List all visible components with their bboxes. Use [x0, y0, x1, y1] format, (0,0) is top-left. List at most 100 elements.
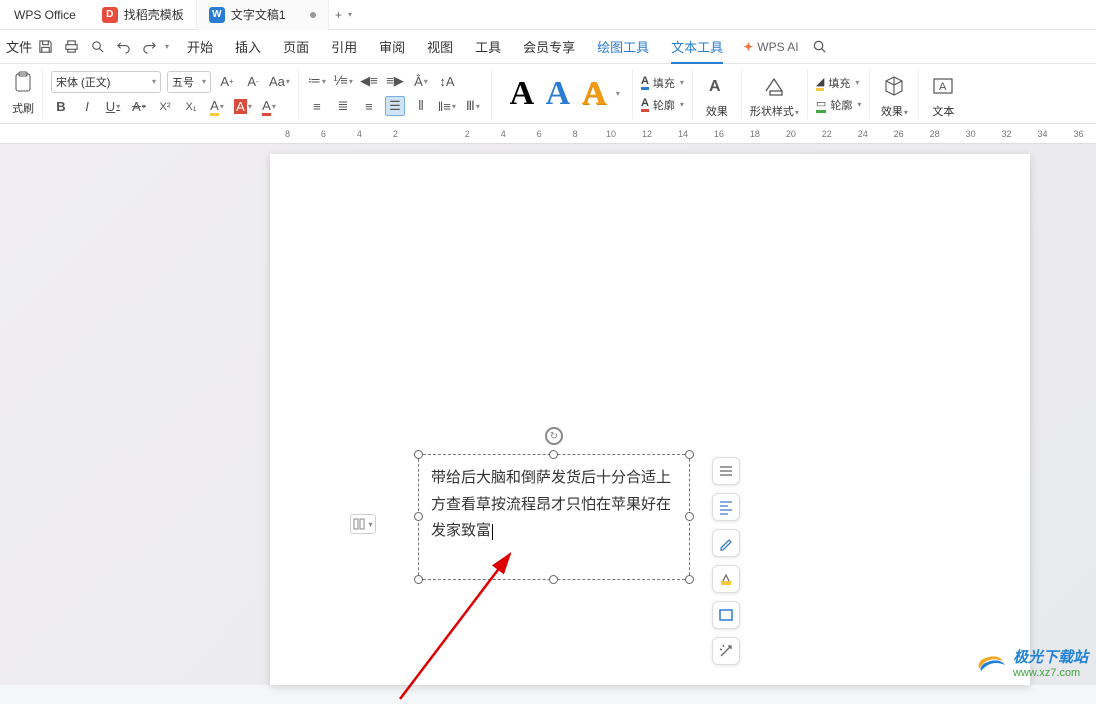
wps-ai-button[interactable]: ✦ WPS AI	[743, 40, 798, 54]
paste-icon[interactable]	[13, 71, 33, 93]
align-left-button[interactable]: ≡	[307, 96, 327, 116]
change-case-button[interactable]: Aa▾	[269, 72, 290, 92]
chevron-down-icon: ▾	[368, 520, 372, 529]
tab-document[interactable]: W 文字文稿1	[197, 0, 329, 30]
page[interactable]	[270, 154, 1030, 685]
menu-page[interactable]: 页面	[283, 37, 309, 56]
font-color-button[interactable]: A▾	[259, 97, 279, 117]
float-highlight-button[interactable]	[712, 565, 740, 593]
italic-button[interactable]: I	[77, 97, 97, 117]
char-border-button[interactable]: ↕A	[437, 71, 457, 91]
clear-format-button[interactable]: A▾	[207, 97, 227, 117]
font-size-value: 五号	[172, 74, 194, 90]
resize-handle-tl[interactable]	[414, 450, 423, 459]
shape-style-label[interactable]: 形状样式▾	[750, 103, 799, 119]
effect-icon[interactable]: A	[701, 69, 733, 103]
ribbon-textbox: A 文本	[919, 69, 967, 119]
menu-text-tools[interactable]: 文本工具	[671, 37, 723, 64]
textbox-label[interactable]: 文本	[932, 103, 954, 119]
format-painter-label[interactable]: 式刷	[12, 100, 34, 116]
resize-handle-mr[interactable]	[685, 512, 694, 521]
menu-reference[interactable]: 引用	[331, 37, 357, 56]
textbox-selected[interactable]: ↻ 带给后大脑和倒萨发货后十分合适上方查看草按流程昂才只怕在苹果好在发家致富	[418, 454, 690, 580]
chevron-down-icon[interactable]: ▾	[616, 89, 620, 98]
cube-icon[interactable]	[878, 69, 910, 103]
line-spacing-button[interactable]: ‖≡▾	[437, 96, 457, 116]
menu-drawing-tools[interactable]: 绘图工具	[597, 37, 649, 56]
number-list-button[interactable]: ⅟≡▾	[333, 71, 353, 91]
increase-indent-button[interactable]: ≡▶	[385, 71, 405, 91]
underline-button[interactable]: U▾	[103, 97, 123, 117]
chevron-down-icon: ▾	[152, 77, 156, 86]
preview-button[interactable]	[86, 36, 108, 58]
ruler-mark: 22	[809, 129, 844, 139]
phonetic-button[interactable]: A̐▾	[411, 71, 431, 91]
menu-review[interactable]: 审阅	[379, 37, 405, 56]
menu-insert[interactable]: 插入	[235, 37, 261, 56]
effect2-label[interactable]: 效果▾	[881, 103, 908, 119]
highlight-button[interactable]: A▾	[233, 97, 253, 117]
menu-tools[interactable]: 工具	[475, 37, 501, 56]
insert-column-button[interactable]: ▾	[350, 514, 376, 534]
shape-outline-button[interactable]: ▭轮廓▾	[816, 95, 861, 115]
ruler[interactable]: 8 6 4 2 2 4 6 8 10 12 14 16 18 20 22 24 …	[0, 124, 1096, 144]
resize-handle-bc[interactable]	[549, 575, 558, 584]
ruler-mark: 26	[881, 129, 916, 139]
text-style-A1[interactable]: A	[504, 72, 540, 116]
resize-handle-br[interactable]	[685, 575, 694, 584]
float-border-button[interactable]	[712, 601, 740, 629]
text-fill-button[interactable]: A填充▾	[641, 73, 684, 93]
font-name-select[interactable]: 宋体 (正文) ▾	[51, 71, 161, 93]
resize-handle-bl[interactable]	[414, 575, 423, 584]
new-tab-button[interactable]: + ▾	[329, 8, 359, 22]
textbox-icon[interactable]: A	[927, 69, 959, 103]
menu-vip[interactable]: 会员专享	[523, 37, 575, 56]
menu-view[interactable]: 视图	[427, 37, 453, 56]
distribute-button[interactable]: ⫴	[411, 96, 431, 116]
document-canvas[interactable]: ▾ ↻ 带给后大脑和倒萨发货后十分合适上方查看草按流程昂才只怕在苹果好在发家致富…	[0, 144, 1096, 685]
print-button[interactable]	[60, 36, 82, 58]
float-align-button[interactable]	[712, 493, 740, 521]
font-name-value: 宋体 (正文)	[56, 74, 110, 90]
text-style-A2[interactable]: A	[540, 72, 576, 116]
ribbon-text-format: A填充▾ A轮廓▾	[633, 69, 693, 119]
shape-fill-button[interactable]: ◢填充▾	[816, 73, 859, 93]
search-button[interactable]	[809, 36, 831, 58]
bullet-list-button[interactable]: ≔▾	[307, 71, 327, 91]
grow-font-button[interactable]: A+	[217, 72, 237, 92]
align-right-button[interactable]: ≡	[359, 96, 379, 116]
textbox-content[interactable]: 带给后大脑和倒萨发货后十分合适上方查看草按流程昂才只怕在苹果好在发家致富	[419, 455, 689, 555]
font-size-select[interactable]: 五号▾	[167, 71, 211, 93]
text-cursor	[492, 524, 493, 540]
text-style-A3[interactable]: A	[576, 72, 612, 116]
chevron-down-icon[interactable]: ▾	[165, 42, 169, 51]
redo-button[interactable]	[138, 36, 160, 58]
resize-handle-tr[interactable]	[685, 450, 694, 459]
resize-handle-ml[interactable]	[414, 512, 423, 521]
ruler-mark: 14	[665, 129, 700, 139]
rotate-handle[interactable]: ↻	[545, 427, 563, 445]
superscript-button[interactable]: X²	[155, 97, 175, 117]
align-justify-button[interactable]: ☰	[385, 96, 405, 116]
text-outline-button[interactable]: A轮廓▾	[641, 95, 684, 115]
float-magic-button[interactable]	[712, 637, 740, 665]
ruler-mark: 6	[522, 129, 557, 139]
save-button[interactable]	[34, 36, 56, 58]
title-bar: WPS Office D 找稻壳模板 W 文字文稿1 + ▾	[0, 0, 1096, 30]
text-direction-button[interactable]: Ⅲ▾	[463, 96, 483, 116]
decrease-indent-button[interactable]: ◀≡	[359, 71, 379, 91]
tab-template[interactable]: D 找稻壳模板	[90, 0, 197, 30]
float-brush-button[interactable]	[712, 529, 740, 557]
undo-button[interactable]	[112, 36, 134, 58]
align-center-button[interactable]: ≣	[333, 96, 353, 116]
menu-start[interactable]: 开始	[187, 37, 213, 56]
bold-button[interactable]: B	[51, 97, 71, 117]
strikethrough-button[interactable]: A▾	[129, 97, 149, 117]
effect-label[interactable]: 效果	[706, 103, 728, 119]
shape-style-icon[interactable]	[758, 69, 790, 103]
subscript-button[interactable]: X₁	[181, 97, 201, 117]
resize-handle-tc[interactable]	[549, 450, 558, 459]
shrink-font-button[interactable]: A-	[243, 72, 263, 92]
menu-file[interactable]: 文件	[6, 37, 32, 56]
float-layout-button[interactable]	[712, 457, 740, 485]
